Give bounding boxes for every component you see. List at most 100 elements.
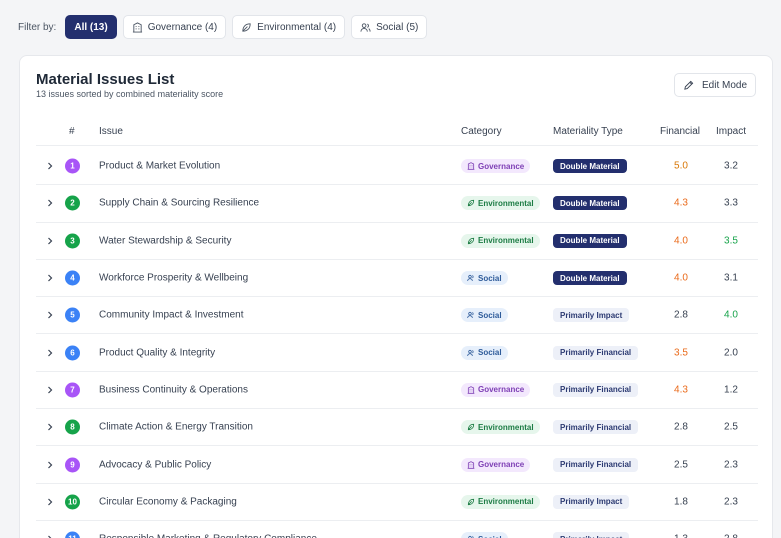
materiality-type-badge: Double Material (553, 233, 627, 248)
category-badge: Environmental (461, 196, 540, 211)
category-label: Social (478, 348, 502, 358)
filter-chip-label: Environmental (4) (257, 21, 337, 33)
table-row[interactable]: 4 Workforce Prosperity & Wellbeing Social D… (36, 260, 758, 298)
card-subtitle: 13 issues sorted by combined materiality… (36, 89, 224, 99)
chevron-right-icon[interactable] (46, 461, 54, 469)
materiality-type-badge: Primarily Impact (553, 494, 630, 509)
chevron-right-icon[interactable] (46, 311, 54, 319)
issues-table-body: 1 Product & Market Evolution Governance Dou… (36, 148, 758, 538)
chevron-right-icon[interactable] (46, 498, 54, 506)
building-icon (132, 21, 142, 33)
table-row[interactable]: 1 Product & Market Evolution Governance Dou… (36, 148, 758, 186)
category-label: Social (478, 273, 502, 283)
filter-chip-environmental[interactable]: Environmental (4) (232, 15, 346, 39)
issue-name: Supply Chain & Sourcing Resilience (99, 197, 260, 209)
building-icon (467, 460, 475, 469)
financial-score: 4.0 (674, 272, 688, 284)
filter-chip-social[interactable]: Social (5) (351, 15, 428, 39)
building-icon (467, 386, 475, 394)
rank-badge: 7 (65, 382, 80, 398)
financial-score: 1.8 (674, 496, 688, 508)
table-row[interactable]: 3 Water Stewardship & Security Environment… (36, 223, 758, 260)
table-row[interactable]: 6 Product Quality & Integrity Social Primar… (36, 334, 758, 372)
chevron-right-icon[interactable] (46, 349, 54, 357)
table-row[interactable]: 10 Circular Economy & Packaging Environmen… (36, 484, 758, 521)
issue-name: Responsible Marketing & Regulatory Compl… (99, 534, 317, 538)
impact-score: 3.5 (724, 235, 738, 247)
impact-score: 2.5 (724, 421, 738, 433)
impact-score: 2.3 (724, 496, 738, 508)
chevron-right-icon[interactable] (46, 162, 54, 170)
category-badge: Social (461, 532, 508, 538)
leaf-icon (242, 22, 251, 32)
issue-name: Product & Market Evolution (99, 160, 221, 172)
issue-name: Business Continuity & Operations (99, 384, 248, 396)
leaf-icon (467, 424, 475, 431)
category-label: Environmental (478, 422, 534, 432)
filter-chip-governance[interactable]: Governance (4) (122, 15, 227, 39)
financial-score: 2.8 (674, 309, 688, 321)
materiality-type-badge: Double Material (553, 196, 627, 211)
category-badge: Environmental (461, 233, 540, 248)
filter-chip-all[interactable]: All (13) (65, 15, 117, 39)
materiality-type-badge: Primarily Financial (553, 382, 639, 397)
filter-chip-label: Social (5) (376, 21, 419, 33)
financial-score: 2.5 (674, 459, 688, 471)
filter-chip-label: Governance (4) (147, 21, 218, 33)
rank-badge: 5 (65, 307, 80, 323)
table-row[interactable]: 5 Community Impact & Investment Social Prim… (36, 297, 758, 335)
card-title: Material Issues List (36, 71, 175, 88)
header-financial: Financial (660, 126, 701, 137)
table-row[interactable]: 7 Business Continuity & Operations Governa… (36, 372, 758, 410)
financial-score: 4.3 (674, 384, 688, 396)
financial-score: 1.3 (656, 534, 706, 538)
impact-score: 2.8 (706, 534, 756, 538)
edit-mode-button[interactable]: Edit Mode (674, 73, 756, 97)
table-row[interactable]: 2 Supply Chain & Sourcing Resilience Envir… (36, 185, 758, 223)
leaf-icon (467, 237, 475, 244)
category-badge: Governance (461, 159, 531, 174)
issue-name: Product Quality & Integrity (99, 347, 216, 359)
financial-score: 3.5 (674, 347, 688, 359)
issue-name: Advocacy & Public Policy (99, 459, 212, 471)
category-label: Governance (478, 460, 525, 470)
rank-badge: 3 (65, 233, 80, 249)
materiality-type-badge: Primarily Financial (553, 420, 639, 435)
chevron-right-icon[interactable] (46, 199, 54, 207)
chevron-right-icon[interactable] (46, 274, 54, 282)
chevron-right-icon[interactable] (46, 386, 54, 394)
rank-badge: 4 (65, 270, 80, 286)
filter-label: Filter by: (18, 21, 57, 33)
header-num: # (69, 126, 75, 137)
rank-badge: 2 (65, 195, 80, 211)
category-label: Governance (478, 161, 525, 171)
financial-score: 5.0 (674, 160, 688, 172)
chevron-right-icon[interactable] (46, 423, 54, 431)
financial-score: 2.8 (674, 421, 688, 433)
category-label: Social (478, 535, 502, 538)
impact-score: 4.0 (724, 309, 738, 321)
users-icon (360, 22, 371, 32)
header-issue: Issue (99, 126, 123, 137)
rank-badge: 10 (65, 494, 80, 510)
category-badge: Social (461, 345, 508, 360)
users-icon (467, 274, 474, 282)
category-badge: Environmental (461, 494, 540, 509)
header-materiality-type: Materiality Type (553, 126, 623, 137)
category-badge: Environmental (461, 420, 540, 435)
rank-badge: 9 (65, 457, 80, 473)
issue-name: Workforce Prosperity & Wellbeing (99, 272, 249, 284)
filter-bar: Filter by: All (13) Governance (4) Envir… (18, 15, 428, 39)
rank-badge: 1 (65, 158, 80, 174)
leaf-icon (467, 498, 475, 505)
category-badge: Social (461, 308, 508, 323)
materiality-type-badge: Primarily Financial (553, 457, 639, 472)
material-issues-card: Material Issues List 13 issues sorted by… (19, 55, 773, 538)
leaf-icon (467, 200, 475, 207)
impact-score: 3.2 (724, 160, 738, 172)
table-row[interactable]: 8 Climate Action & Energy Transition Envir… (36, 409, 758, 447)
table-row[interactable]: 9 Advocacy & Public Policy Governance Prima… (36, 446, 758, 484)
table-row[interactable]: 11 Responsible Marketing & Regulatory Com… (36, 521, 758, 538)
header-category: Category (461, 126, 502, 137)
chevron-right-icon[interactable] (46, 237, 54, 245)
